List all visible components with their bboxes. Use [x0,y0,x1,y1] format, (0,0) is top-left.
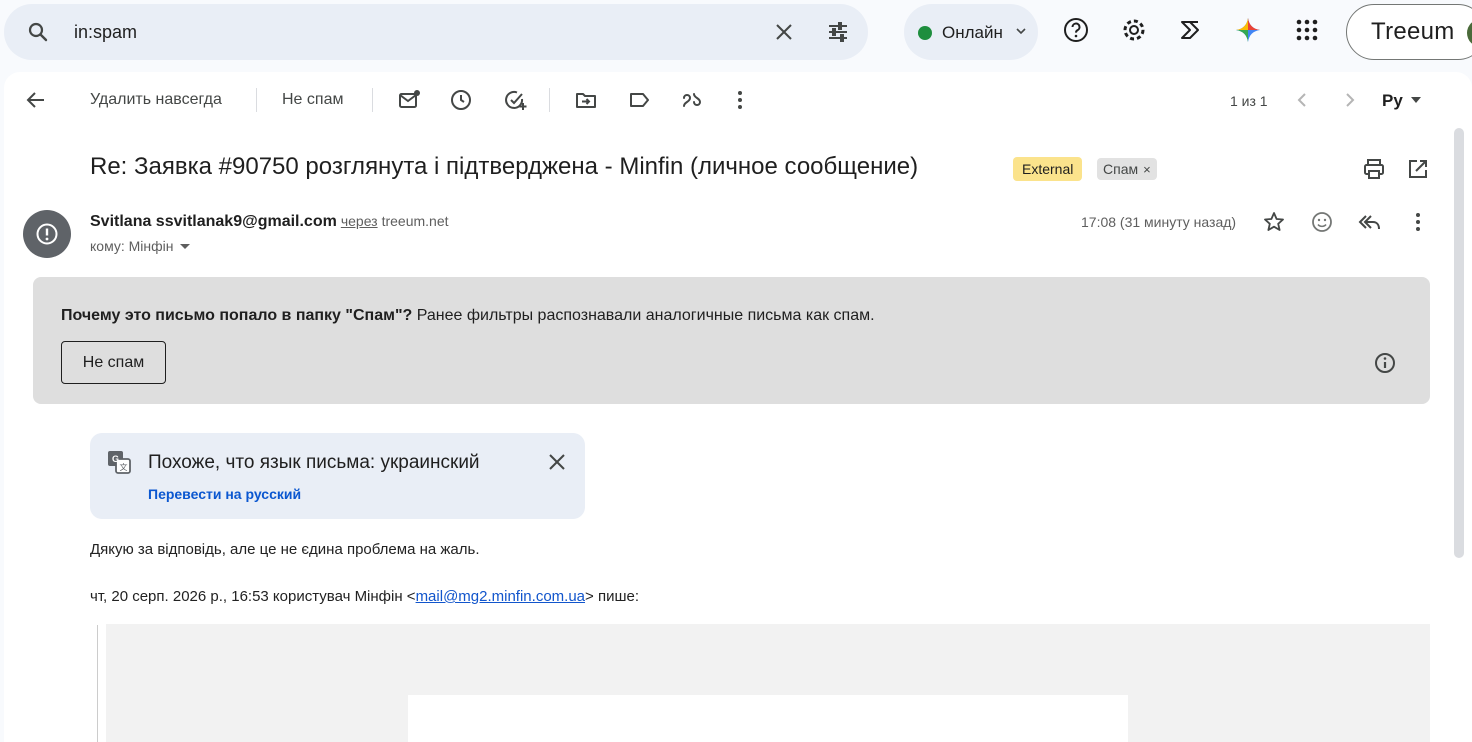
search-bar[interactable]: in:spam [4,4,868,60]
search-input[interactable]: in:spam [74,22,137,43]
gemini-icon[interactable] [1234,16,1262,44]
input-tools-button[interactable]: Ру [1382,91,1403,111]
quoted-email-card [408,695,1128,742]
more-vert-icon[interactable] [728,88,752,112]
spam-label-badge: Спам × [1097,158,1157,180]
quote-prefix: чт, 20 серп. 2026 р., 16:53 користувач М… [90,588,416,605]
svg-text:G: G [112,454,119,464]
chevron-down-icon [1016,28,1026,35]
pager-count: 1 из 1 [1230,93,1268,109]
details-caret-icon[interactable] [179,244,190,249]
spam-warning-explanation: Ранее фильтры распознавали аналогичные п… [412,307,875,324]
quoted-email-link[interactable]: mail@mg2.minfin.com.ua [416,588,585,605]
toolbar-divider [256,88,257,112]
caret-down-icon[interactable] [1410,94,1422,106]
move-to-folder-icon[interactable] [574,88,598,112]
mark-unread-icon[interactable] [397,88,421,112]
add-task-icon[interactable] [503,88,527,112]
warning-alert-icon [36,223,58,245]
back-arrow-icon[interactable] [24,88,48,112]
apps-icon[interactable] [1293,16,1321,44]
status-selector[interactable]: Онлайн [904,4,1038,60]
remove-label-icon[interactable]: × [1143,162,1151,177]
tune-icon[interactable] [826,20,850,44]
star-icon[interactable] [1262,210,1286,234]
open-in-new-window-icon[interactable] [1406,157,1430,181]
newer-chevron-icon[interactable] [1290,88,1314,112]
body-reply-text: Дякую за відповідь, але це не єдина проб… [90,541,480,558]
not-spam-banner-button[interactable]: Не спам [61,341,166,384]
filter-link-icon[interactable] [680,88,704,112]
via-domain: treeum.net [381,213,449,229]
detected-language-text: Похоже, что язык письма: украинский [148,452,480,473]
print-icon[interactable] [1362,157,1386,181]
online-status-dot [918,26,932,40]
help-icon[interactable] [1062,16,1090,44]
spam-warning-message: Почему это письмо попало в папку "Спам"?… [61,307,875,325]
message-toolbar: Удалить навсегда Не спам 1 из 1 Ру [4,72,1472,128]
message-panel: Удалить навсегда Не спам 1 из 1 Ру Re: З… [4,72,1472,742]
message-more-vert-icon[interactable] [1406,210,1430,234]
toolbar-divider [372,88,373,112]
message-timestamp: 17:08 (31 минуту назад) [1081,214,1237,230]
spam-warning-question: Почему это письмо попало в папку "Спам"? [61,307,413,324]
scrollbar-thumb[interactable] [1454,128,1464,558]
close-icon[interactable] [546,451,568,473]
status-label: Онлайн [942,23,1003,42]
toolbar-divider [549,88,550,112]
quote-attribution: чт, 20 серп. 2026 р., 16:53 користувач М… [90,588,639,605]
message-subject: Re: Заявка #90750 розглянута і підтвердж… [90,153,919,180]
settings-icon[interactable] [1120,16,1148,44]
top-bar: in:spam Онлайн Treeum [0,0,1472,64]
spam-warning-banner: Почему это письмо попало в папку "Спам"?… [33,277,1430,404]
svg-text:文: 文 [120,462,128,472]
quote-suffix: > пише: [585,588,639,605]
translate-banner: G文 Похоже, что язык письма: украинский П… [90,433,585,519]
extension-icon[interactable] [1177,16,1205,44]
search-icon[interactable] [26,20,50,44]
recipient-line[interactable]: кому: Мінфін [90,238,190,254]
translate-icon: G文 [108,451,131,474]
label-icon[interactable] [627,88,651,112]
emoji-reaction-icon[interactable] [1310,210,1334,234]
clear-icon[interactable] [772,20,796,44]
not-spam-button[interactable]: Не спам [282,91,343,109]
account-brand: Treeum [1371,18,1455,45]
avatar [1467,19,1472,47]
via-link[interactable]: через [341,213,378,229]
info-icon[interactable] [1373,351,1397,375]
reply-all-icon[interactable] [1358,210,1382,234]
quote-border [97,625,98,742]
external-label-badge: External [1013,157,1083,181]
sender-avatar [23,210,71,258]
snooze-clock-icon[interactable] [449,88,473,112]
translate-link[interactable]: Перевести на русский [148,486,301,502]
sender-name[interactable]: Svitlana ssvitlanak9@gmail.com [90,213,337,230]
delete-forever-button[interactable]: Удалить навсегда [90,91,222,109]
recipient-text: кому: Мінфін [90,238,174,254]
spam-label-text: Спам [1103,161,1139,177]
older-chevron-icon[interactable] [1338,88,1362,112]
sender-line: Svitlana ssvitlanak9@gmail.com через treeu… [90,213,449,231]
account-switcher[interactable]: Treeum [1346,4,1472,60]
